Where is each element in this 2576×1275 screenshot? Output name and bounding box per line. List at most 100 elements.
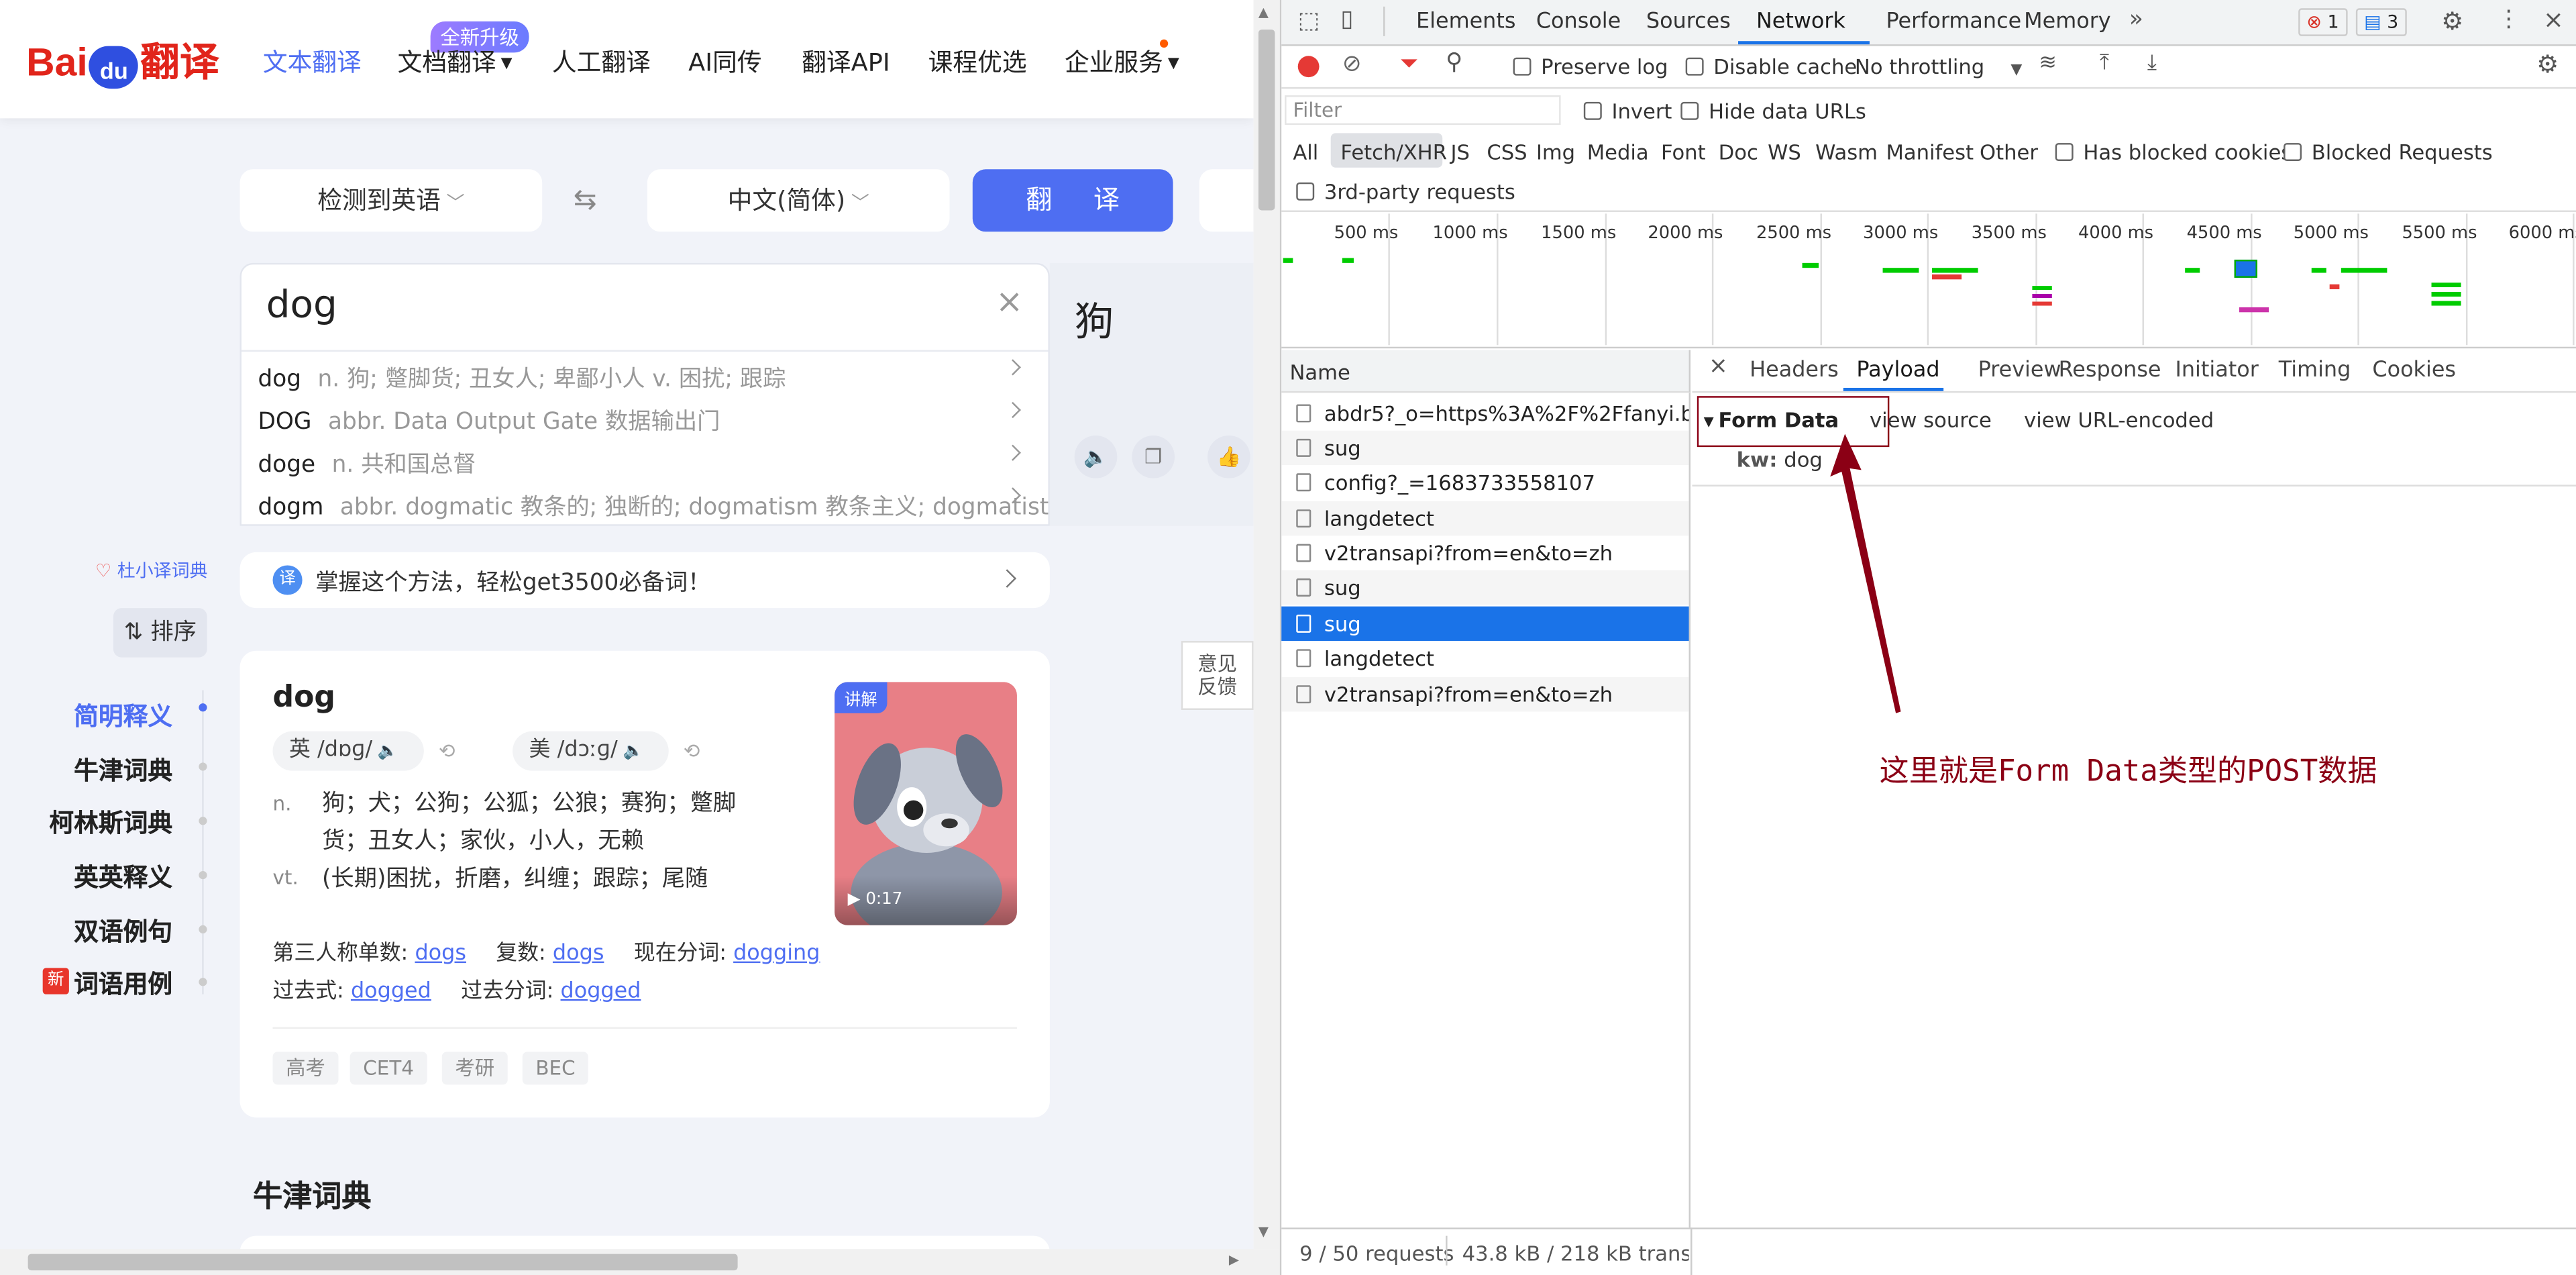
detail-tab-response[interactable]: Response (2059, 358, 2161, 383)
type-filter-fetch-xhr[interactable]: Fetch/XHR (1340, 140, 1447, 164)
device-toggle-icon[interactable]: ▯ (1340, 7, 1353, 33)
filter-input[interactable]: Filter (1285, 95, 1561, 125)
type-filter-img[interactable]: Img (1536, 140, 1575, 164)
request-row-selected[interactable]: sug (1281, 606, 1689, 642)
nav-doc-translate[interactable]: 文档翻译 ▼ (398, 44, 513, 79)
horizontal-scrollbar[interactable]: ▶ (0, 1249, 1280, 1275)
request-row[interactable]: sug (1281, 430, 1689, 466)
tab-network[interactable]: Network (1756, 10, 1845, 35)
request-row[interactable]: langdetect (1281, 501, 1689, 536)
scroll-up-icon[interactable]: ▲ (1258, 5, 1269, 19)
request-row[interactable]: config?_=1683733558107 (1281, 465, 1688, 499)
detail-tab-timing[interactable]: Timing (2279, 358, 2351, 383)
detail-tab-preview[interactable]: Preview (1978, 358, 2061, 383)
sidebar-item-usage[interactable]: 词语用例 (74, 966, 172, 1001)
network-settings-icon[interactable]: ⚙ (2536, 49, 2559, 79)
request-row[interactable]: abdr5?_o=https%3A%2F%2Ffanyi.baid... (1281, 396, 1689, 430)
type-filter-css[interactable]: CSS (1487, 140, 1527, 164)
sidebar-item-oxford[interactable]: 牛津词典 (74, 753, 172, 787)
view-url-encoded-link[interactable]: view URL-encoded (2024, 407, 2214, 432)
form-link[interactable]: dogged (351, 980, 431, 1005)
request-row[interactable]: v2transapi?from=en&to=zh (1281, 676, 1689, 712)
thumbs-up-icon[interactable]: 👍 (1208, 435, 1250, 478)
uk-pron-button[interactable]: 英 /dɒɡ/ 🔈 (272, 731, 424, 771)
settings-gear-icon[interactable]: ⚙ (2441, 7, 2463, 36)
request-row[interactable]: sug (1281, 570, 1689, 605)
preserve-log-checkbox[interactable]: Preserve log (1513, 54, 1668, 79)
copy-icon[interactable]: ❐ (1132, 435, 1175, 478)
type-filter-other[interactable]: Other (1980, 140, 2038, 164)
source-lang-select[interactable]: 检测到英语 ﹀ (239, 169, 543, 232)
scrollbar-thumb[interactable] (1258, 30, 1275, 211)
type-filter-doc[interactable]: Doc (1719, 140, 1758, 164)
type-filter-media[interactable]: Media (1587, 140, 1649, 164)
type-filter-font[interactable]: Font (1661, 140, 1706, 164)
tab-sources[interactable]: Sources (1646, 10, 1731, 35)
request-row[interactable]: v2transapi?from=en&to=zh (1281, 536, 1688, 570)
baidu-logo[interactable]: Bai du 翻译 (26, 30, 219, 92)
type-filter-wasm[interactable]: Wasm (1815, 140, 1878, 164)
tab-elements[interactable]: Elements (1416, 10, 1515, 35)
record-stop-icon[interactable] (1297, 56, 1320, 78)
translate-button[interactable]: 翻 译 (972, 169, 1173, 232)
type-filter-ws[interactable]: WS (1768, 140, 1801, 164)
network-conditions-icon[interactable]: ≋ (2039, 51, 2057, 76)
kebab-menu-icon[interactable]: ⋮ (2497, 7, 2520, 33)
detail-tab-cookies[interactable]: Cookies (2372, 358, 2456, 383)
scroll-down-icon[interactable]: ▼ (1258, 1225, 1269, 1239)
source-input[interactable]: dog (266, 285, 337, 327)
extra-lang-button[interactable] (1199, 169, 1254, 232)
view-source-link[interactable]: view source (1870, 407, 1992, 432)
filter-icon[interactable]: ⏷ (1400, 51, 1418, 77)
message-counter[interactable]: ▤ 3 (2355, 8, 2407, 36)
us-pron-button[interactable]: 美 /dɔːɡ/ 🔈 (513, 731, 669, 771)
scroll-right-icon[interactable]: ▶ (1229, 1252, 1239, 1267)
error-counter[interactable]: ⊗ 1 (2298, 8, 2347, 36)
throttling-select[interactable]: No throttling ▼ (1855, 54, 2022, 79)
nav-api[interactable]: 翻译API (802, 44, 890, 79)
blocked-requests-checkbox[interactable]: Blocked Requests (2284, 140, 2493, 164)
vertical-scrollbar[interactable]: ▲ ▼ (1253, 0, 1280, 1250)
detail-tab-headers[interactable]: Headers (1750, 358, 1839, 383)
inspect-icon[interactable]: ⬚ (1298, 8, 1320, 34)
sidebar-item-brief[interactable]: 简明释义 (74, 699, 172, 733)
feedback-button[interactable]: 意见反馈 (1181, 641, 1254, 710)
blocked-cookies-checkbox[interactable]: Has blocked cookies (2055, 140, 2292, 164)
detail-tab-payload[interactable]: Payload (1856, 358, 1939, 383)
swap-icon[interactable]: ⇆ (574, 184, 597, 217)
disable-cache-checkbox[interactable]: Disable cache (1685, 54, 1857, 79)
close-detail-icon[interactable]: × (1709, 354, 1728, 380)
form-link[interactable]: dogs (415, 941, 466, 966)
invert-checkbox[interactable]: Invert (1583, 99, 1672, 123)
suggestion-item[interactable]: doge n. 共和国总督 (241, 439, 1048, 482)
tab-performance[interactable]: Performance (1886, 10, 2021, 35)
export-har-icon[interactable]: ⤓ (2147, 51, 2157, 76)
sidebar-item-en-en[interactable]: 英英释义 (74, 860, 172, 894)
nav-enterprise[interactable]: 企业服务 ▼ (1065, 44, 1179, 79)
type-filter-all[interactable]: All (1293, 140, 1318, 164)
speaker-icon[interactable]: 🔈 (1074, 435, 1118, 478)
hide-data-urls-checkbox[interactable]: Hide data URLs (1680, 99, 1866, 123)
record-icon[interactable]: ⟲ (684, 740, 700, 762)
promo-banner[interactable]: 译 掌握这个方法，轻松get3500必备词！ (239, 552, 1050, 609)
search-icon[interactable]: ⚲ (1446, 49, 1462, 75)
clear-icon[interactable]: × (996, 281, 1023, 321)
suggestion-item[interactable]: dog n. 狗; 蹩脚货; 丑女人; 卑鄙小人 v. 困扰; 跟踪 (241, 354, 1048, 397)
sort-button[interactable]: ⇅ 排序 (113, 608, 207, 658)
tab-console[interactable]: Console (1536, 10, 1621, 35)
tab-memory[interactable]: Memory (2024, 10, 2110, 35)
request-row[interactable]: langdetect (1281, 641, 1688, 675)
type-filter-js[interactable]: JS (1450, 140, 1469, 164)
scrollbar-thumb[interactable] (28, 1254, 738, 1271)
clear-log-icon[interactable]: ⊘ (1342, 51, 1362, 77)
mini-dict-link[interactable]: ♡ 杜小译词典 (95, 557, 207, 583)
form-link[interactable]: dogs (553, 941, 604, 966)
form-link[interactable]: dogged (561, 980, 641, 1005)
nav-ai-interpret[interactable]: AI同传 (688, 44, 761, 79)
form-link[interactable]: dogging (733, 941, 820, 966)
nav-human-translate[interactable]: 人工翻译 (552, 44, 651, 79)
import-har-icon[interactable]: ⤒ (2100, 51, 2109, 76)
third-party-checkbox[interactable]: 3rd-party requests (1296, 179, 1515, 204)
more-tabs-icon[interactable]: » (2129, 7, 2143, 33)
sidebar-item-collins[interactable]: 柯林斯词典 (49, 805, 172, 839)
